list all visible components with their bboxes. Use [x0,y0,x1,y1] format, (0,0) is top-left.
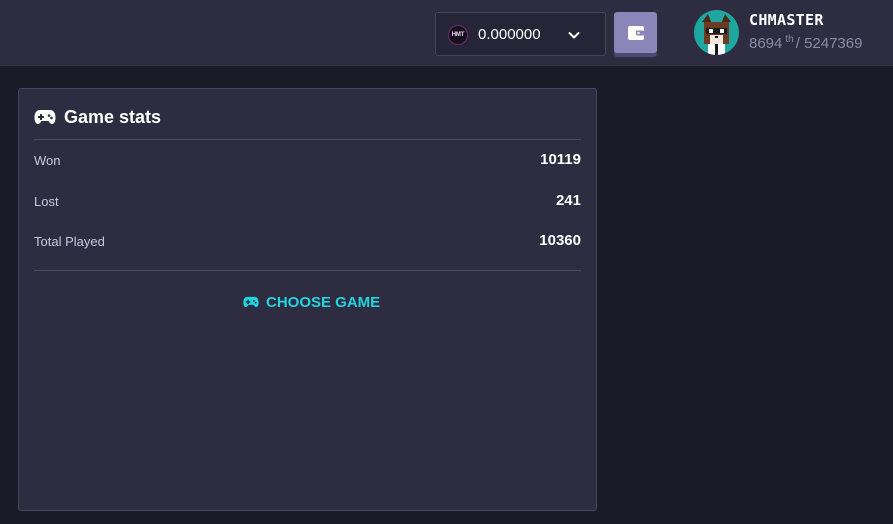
wallet-icon [627,25,644,40]
coin-label: HMT [451,32,465,38]
divider [34,270,581,271]
stat-value: 10360 [539,232,581,249]
game-stats-card: Game stats Won 10119 Lost 241 Total Play… [18,88,597,511]
chevron-down-icon[interactable] [566,27,582,43]
rank-suffix: th [785,34,794,45]
user-rank: 8694th/ 5247369 [749,34,862,52]
stat-row-total-played: Total Played 10360 [34,232,581,252]
avatar[interactable] [694,10,739,55]
raccoon-avatar-icon [694,10,739,55]
stat-value: 10119 [540,151,581,168]
wallet-button[interactable] [614,12,657,53]
total-players: 5247369 [804,35,863,52]
stat-label: Total Played [34,234,105,249]
rank-value: 8694 [749,35,783,52]
balance-value: 0.000000 [478,26,541,43]
stat-label: Won [34,153,61,168]
gamepad-icon [34,110,56,124]
gamepad-icon [243,296,259,308]
top-bar: HMT 0.000000 CHMASTER 8694th / 5247369 [0,0,893,66]
stat-label: Lost [34,194,59,209]
rank-separator: / [795,35,800,52]
username: CHMASTER [749,11,824,29]
choose-game-label: CHOOSE GAME [266,293,381,311]
stat-row-lost: Lost 241 [34,192,581,212]
hmt-coin-icon: HMT [448,25,468,45]
stat-value: 241 [555,192,581,209]
choose-game-button[interactable]: CHOOSE GAME [243,292,380,312]
balance-selector[interactable]: HMT 0.000000 [435,12,606,56]
divider [34,139,581,140]
stat-row-won: Won 10119 [34,151,581,171]
card-header: Game stats [34,105,161,129]
card-title: Game stats [64,106,162,127]
